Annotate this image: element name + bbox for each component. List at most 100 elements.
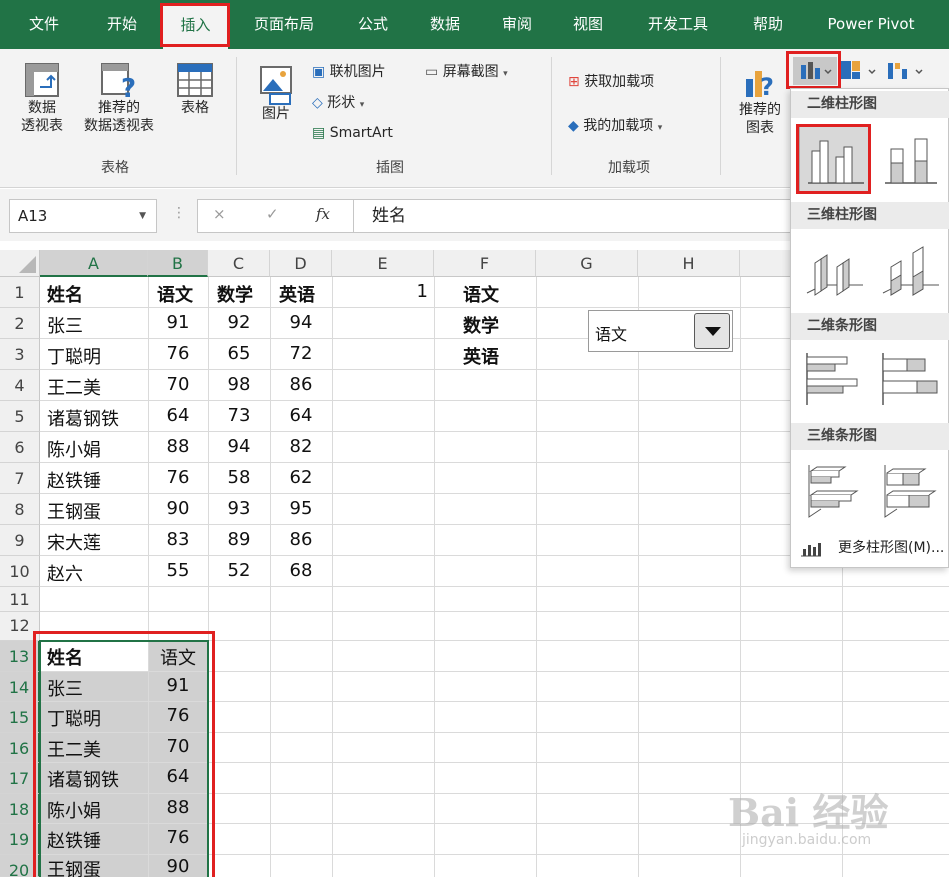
cell-d3[interactable]: 72 [270,343,332,364]
cell-a1[interactable]: 姓名 [47,281,83,307]
row-header-2[interactable]: 2 [0,308,40,339]
cell-c4[interactable]: 98 [208,374,270,395]
col-header-d[interactable]: D [270,250,332,277]
stacked-bar-option[interactable] [879,349,943,409]
cell-b6[interactable]: 88 [148,436,208,457]
cell-d5[interactable]: 64 [270,405,332,426]
cell-b8[interactable]: 90 [148,498,208,519]
screenshot-button[interactable]: ▭ 屏幕截图 ▾ [425,61,508,81]
row-header-1[interactable]: 1 [0,277,40,308]
tab-formulas[interactable]: 公式 [343,0,403,49]
hierarchy-chart-button[interactable] [839,57,885,85]
cell-b4[interactable]: 70 [148,374,208,395]
insert-function-icon[interactable]: fx [316,205,330,223]
cell-c2[interactable]: 92 [208,312,270,333]
tab-review[interactable]: 审阅 [487,0,547,49]
column-chart-button[interactable] [793,57,837,85]
tab-home[interactable]: 开始 [92,0,152,49]
3d-clustered-column-option[interactable] [803,237,867,301]
cell-c1[interactable]: 数学 [217,281,253,307]
cell-b10[interactable]: 55 [148,560,208,581]
cell-c5[interactable]: 73 [208,405,270,426]
cell-a8[interactable]: 王钢蛋 [47,498,101,524]
get-addins-button[interactable]: ⊞ 获取加载项 [568,71,654,91]
table-button[interactable]: 表格 [168,61,222,117]
tab-developer[interactable]: 开发工具 [636,0,720,49]
row-header-20[interactable]: 20 [0,855,40,877]
tab-insert[interactable]: 插入 [163,5,228,49]
3d-clustered-bar-option[interactable] [803,459,867,523]
recommended-charts-button[interactable]: ? 推荐的 图表 [731,61,789,137]
row-header-14[interactable]: 14 [0,672,40,702]
row-header-6[interactable]: 6 [0,432,40,463]
cell-a9[interactable]: 宋大莲 [47,529,101,555]
tab-data[interactable]: 数据 [415,0,475,49]
3d-stacked-bar-option[interactable] [879,459,943,523]
row-header-18[interactable]: 18 [0,794,40,824]
cell-a3[interactable]: 丁聪明 [47,343,101,369]
col-header-g[interactable]: G [536,250,638,277]
name-box-dropdown-icon[interactable]: ▼ [139,200,146,232]
cell-d10[interactable]: 68 [270,560,332,581]
cell-a7[interactable]: 赵铁锤 [47,467,101,493]
stacked-column-option[interactable] [879,129,943,189]
col-header-f[interactable]: F [434,250,536,277]
row-header-7[interactable]: 7 [0,463,40,494]
enter-icon[interactable]: ✓ [266,205,279,223]
picture-button[interactable]: 图片 [248,61,304,123]
col-header-h[interactable]: H [638,250,740,277]
clustered-column-option[interactable] [799,126,871,192]
cell-c8[interactable]: 93 [208,498,270,519]
cell-f2[interactable]: 数学 [463,312,499,338]
shapes-button[interactable]: ◇ 形状 ▾ [312,92,364,112]
combo-dropdown-icon[interactable] [694,313,730,349]
cell-d1[interactable]: 英语 [279,281,315,307]
cell-c10[interactable]: 52 [208,560,270,581]
col-header-b[interactable]: B [148,250,208,277]
cell-b2[interactable]: 91 [148,312,208,333]
subject-combo-box[interactable]: 语文 [588,310,733,352]
col-header-e[interactable]: E [332,250,434,277]
tab-help[interactable]: 帮助 [738,0,798,49]
cell-b3[interactable]: 76 [148,343,208,364]
row-header-10[interactable]: 10 [0,556,40,587]
cell-f1[interactable]: 语文 [463,281,499,307]
recommended-pivot-button[interactable]: ? 推荐的 数据透视表 [73,61,165,135]
smartart-button[interactable]: ▤ SmartArt [312,125,393,141]
cell-b5[interactable]: 64 [148,405,208,426]
cell-d7[interactable]: 62 [270,467,332,488]
row-header-16[interactable]: 16 [0,733,40,763]
cancel-icon[interactable]: × [213,205,226,223]
cell-c9[interactable]: 89 [208,529,270,550]
col-header-c[interactable]: C [208,250,270,277]
cell-d4[interactable]: 86 [270,374,332,395]
cell-a6[interactable]: 陈小娟 [47,436,101,462]
cell-b7[interactable]: 76 [148,467,208,488]
cell-a4[interactable]: 王二美 [47,374,101,400]
tab-page-layout[interactable]: 页面布局 [244,0,324,49]
cell-b1[interactable]: 语文 [157,281,193,307]
cell-e1[interactable]: 1 [332,281,428,302]
row-header-9[interactable]: 9 [0,525,40,556]
tab-view[interactable]: 视图 [558,0,618,49]
cell-c7[interactable]: 58 [208,467,270,488]
cell-a2[interactable]: 张三 [47,312,83,338]
row-header-13[interactable]: 13 [0,641,40,672]
select-all-corner[interactable] [0,250,40,277]
cell-c3[interactable]: 65 [208,343,270,364]
cell-d9[interactable]: 86 [270,529,332,550]
cell-d6[interactable]: 82 [270,436,332,457]
cell-a10[interactable]: 赵六 [47,560,83,586]
online-pictures-button[interactable]: ▣ 联机图片 [312,61,386,81]
cell-b9[interactable]: 83 [148,529,208,550]
clustered-bar-option[interactable] [803,349,867,409]
row-header-3[interactable]: 3 [0,339,40,370]
waterfall-chart-button[interactable] [886,57,932,85]
row-header-8[interactable]: 8 [0,494,40,525]
my-addins-button[interactable]: ◆ 我的加载项 ▾ [568,115,662,135]
row-header-15[interactable]: 15 [0,702,40,733]
row-header-4[interactable]: 4 [0,370,40,401]
row-header-17[interactable]: 17 [0,763,40,794]
tab-power-pivot[interactable]: Power Pivot [812,0,930,49]
cell-f3[interactable]: 英语 [463,343,499,369]
